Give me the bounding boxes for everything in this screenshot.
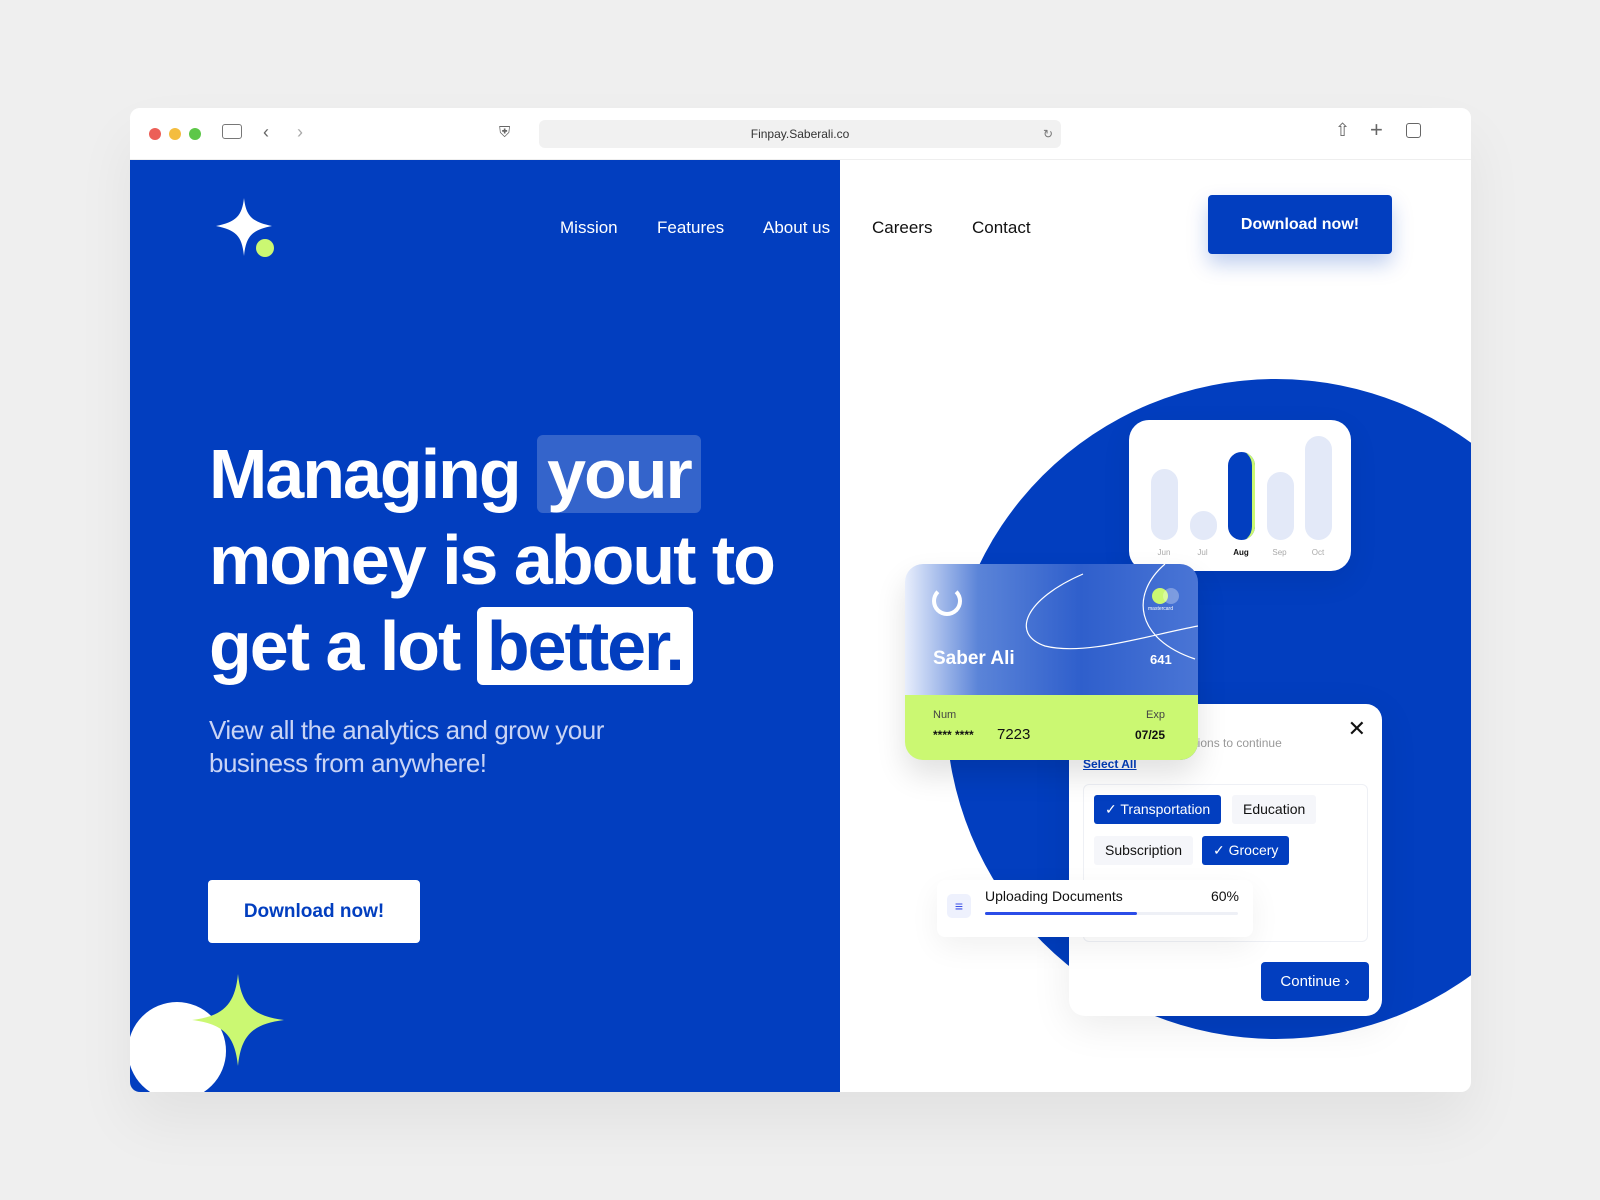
headline-word: get a lot xyxy=(209,607,461,685)
chart-label: Oct xyxy=(1311,548,1325,557)
chart-bar-sep[interactable] xyxy=(1266,472,1294,540)
chip-transportation[interactable]: ✓ Transportation xyxy=(1094,795,1222,824)
card-number-last: 7223 xyxy=(997,726,1031,743)
close-icon[interactable]: ✕ xyxy=(1348,716,1366,742)
sparkle-icon xyxy=(192,974,284,1066)
cardholder-name: Saber Ali xyxy=(933,648,1015,669)
share-icon[interactable]: ⇧ xyxy=(1335,121,1350,139)
card-exp: 07/25 xyxy=(1134,728,1165,742)
nav-contact[interactable]: Contact xyxy=(972,218,1031,238)
progress-track xyxy=(985,912,1238,915)
nav-features[interactable]: Features xyxy=(657,218,724,238)
continue-button[interactable]: Continue › xyxy=(1261,962,1369,1001)
chart-bar-aug[interactable] xyxy=(1228,451,1255,540)
hero-panel: Managing your money is about to get a lo… xyxy=(130,160,840,1092)
chip-education[interactable]: Education xyxy=(1232,795,1317,824)
card-number-masked: **** **** xyxy=(933,728,974,742)
chart-label: Jul xyxy=(1197,548,1208,557)
headline-line: money is about to xyxy=(209,521,776,599)
minimize-window-button[interactable] xyxy=(169,128,181,140)
browser-window: ‹ › ⛨ Finpay.Saberali.co ↻ ⇧ + Managing y… xyxy=(130,108,1471,1092)
num-label: Num xyxy=(933,709,957,721)
logo-icon[interactable] xyxy=(216,198,278,260)
chart-bar-jun[interactable] xyxy=(1151,469,1178,540)
analytics-chart-card: Jun Jul Aug Sep Oct xyxy=(1129,420,1351,571)
maximize-window-button[interactable] xyxy=(189,128,201,140)
card-brand: mastercard xyxy=(1148,606,1174,612)
progress-fill xyxy=(985,912,1137,915)
chart-label: Aug xyxy=(1233,548,1249,557)
url-text: Finpay.Saberali.co xyxy=(750,127,850,141)
reload-icon[interactable]: ↻ xyxy=(1043,120,1053,148)
hero-subtitle: View all the analytics and grow your bus… xyxy=(209,715,604,778)
nav-careers[interactable]: Careers xyxy=(872,218,932,238)
card-logo-icon xyxy=(932,586,962,616)
browser-toolbar: ‹ › ⛨ Finpay.Saberali.co ↻ ⇧ + xyxy=(130,108,1471,160)
back-icon[interactable]: ‹ xyxy=(263,123,269,141)
address-bar[interactable]: Finpay.Saberali.co ↻ xyxy=(539,120,1061,148)
headline-highlight: your xyxy=(537,435,701,513)
chip-grocery[interactable]: ✓ Grocery xyxy=(1202,836,1290,865)
upload-percent: 60% xyxy=(1210,888,1239,904)
nav-mission[interactable]: Mission xyxy=(560,218,618,238)
card-footer: Num **** **** 7223 Exp 07/25 xyxy=(905,695,1198,760)
headline-highlight: better. xyxy=(476,607,693,685)
upload-label: Uploading Documents xyxy=(985,888,1123,904)
exp-label: Exp xyxy=(1146,709,1165,721)
new-tab-icon[interactable]: + xyxy=(1370,119,1383,141)
headline-word: Managing xyxy=(209,435,522,513)
hero-download-button[interactable]: Download now! xyxy=(208,880,420,943)
card-cvv: 641 xyxy=(1150,652,1172,667)
header-download-button[interactable]: Download now! xyxy=(1208,195,1392,254)
chart-bar-jul[interactable] xyxy=(1189,510,1217,540)
close-window-button[interactable] xyxy=(149,128,161,140)
chart-bar-oct[interactable] xyxy=(1305,436,1332,540)
tabs-overview-icon[interactable] xyxy=(1406,123,1421,138)
nav-about-us[interactable]: About us xyxy=(763,218,830,238)
chip-subscription[interactable]: Subscription xyxy=(1094,836,1194,865)
chart-label: Jun xyxy=(1157,548,1171,557)
sidebar-toggle-icon[interactable] xyxy=(222,124,242,139)
shield-icon: ⛨ xyxy=(499,124,511,141)
credit-card: mastercard Saber Ali 641 Num **** **** 7… xyxy=(905,564,1198,760)
forward-icon[interactable]: › xyxy=(297,123,303,141)
document-icon: ≡ xyxy=(947,894,971,918)
upload-progress-card: ≡ Uploading Documents 60% xyxy=(937,880,1253,937)
chart-label: Sep xyxy=(1272,548,1287,557)
